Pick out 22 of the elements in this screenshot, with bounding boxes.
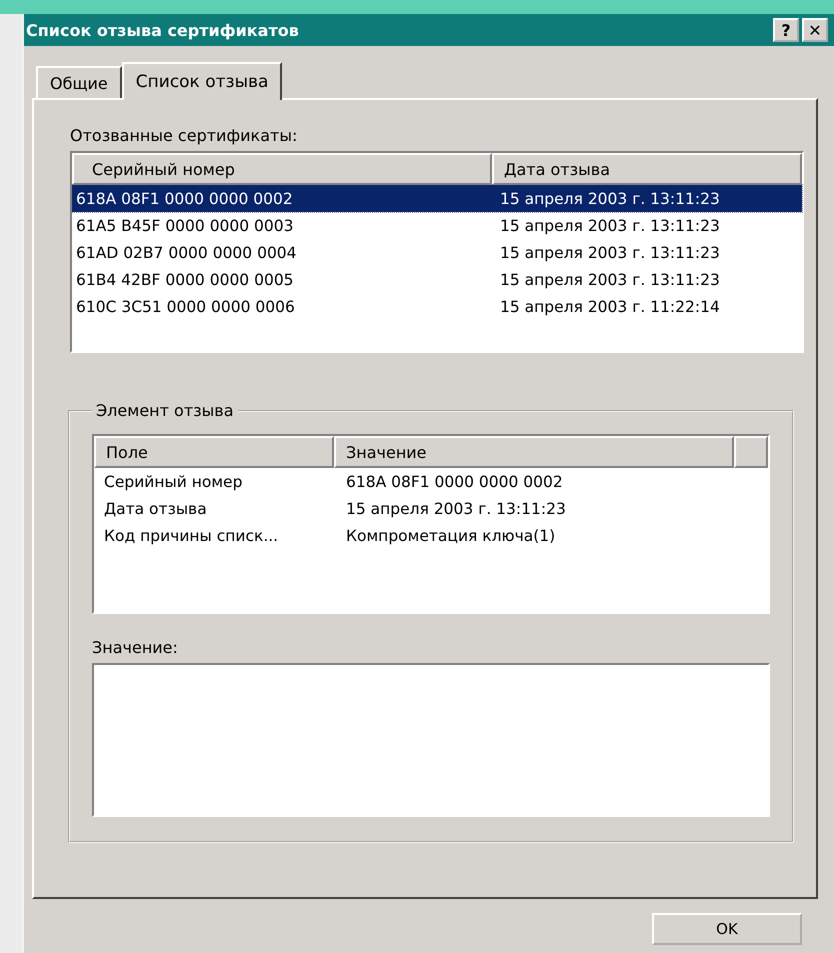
list-row[interactable]: 61AD 02B7 0000 0000 0004 15 апреля 2003 г. 13:11:23 bbox=[72, 239, 802, 266]
column-header[interactable]: Серийный номер bbox=[72, 153, 492, 185]
ok-button[interactable]: OK bbox=[652, 913, 802, 945]
list-row[interactable]: Код причины списк... Компрометация ключа(1) bbox=[94, 522, 768, 549]
tab[interactable]: Общие bbox=[36, 66, 122, 98]
value-label: Значение: bbox=[92, 638, 179, 657]
close-button[interactable]: ✕ bbox=[802, 18, 828, 42]
column-header[interactable]: Поле bbox=[94, 436, 334, 468]
list-row[interactable]: Дата отзыва 15 апреля 2003 г. 13:11:23 bbox=[94, 495, 768, 522]
list-row[interactable]: 61A5 B45F 0000 0000 0003 15 апреля 2003 г. 13:11:23 bbox=[72, 212, 802, 239]
tab[interactable]: Список отзыва bbox=[122, 62, 282, 100]
column-header[interactable]: Дата отзыва bbox=[492, 153, 802, 185]
list-label: Отозванные сертификаты: bbox=[70, 126, 298, 145]
group-legend: Элемент отзыва bbox=[92, 401, 238, 420]
list-row[interactable]: 618A 08F1 0000 0000 0002 15 апреля 2003 г. 13:11:23 bbox=[72, 185, 802, 212]
list-row[interactable]: 610C 3C51 0000 0000 0006 15 апреля 2003 г. 11:22:14 bbox=[72, 293, 802, 320]
list-row[interactable]: Серийный номер 618A 08F1 0000 0000 0002 bbox=[94, 468, 768, 495]
column-header[interactable]: Значение bbox=[334, 436, 734, 468]
help-button[interactable]: ? bbox=[773, 18, 799, 42]
value-field[interactable] bbox=[92, 663, 770, 817]
window-title: Список отзыва сертификатов bbox=[26, 20, 300, 40]
list-row[interactable]: 61B4 42BF 0000 0000 0005 15 апреля 2003 г. 13:11:23 bbox=[72, 266, 802, 293]
